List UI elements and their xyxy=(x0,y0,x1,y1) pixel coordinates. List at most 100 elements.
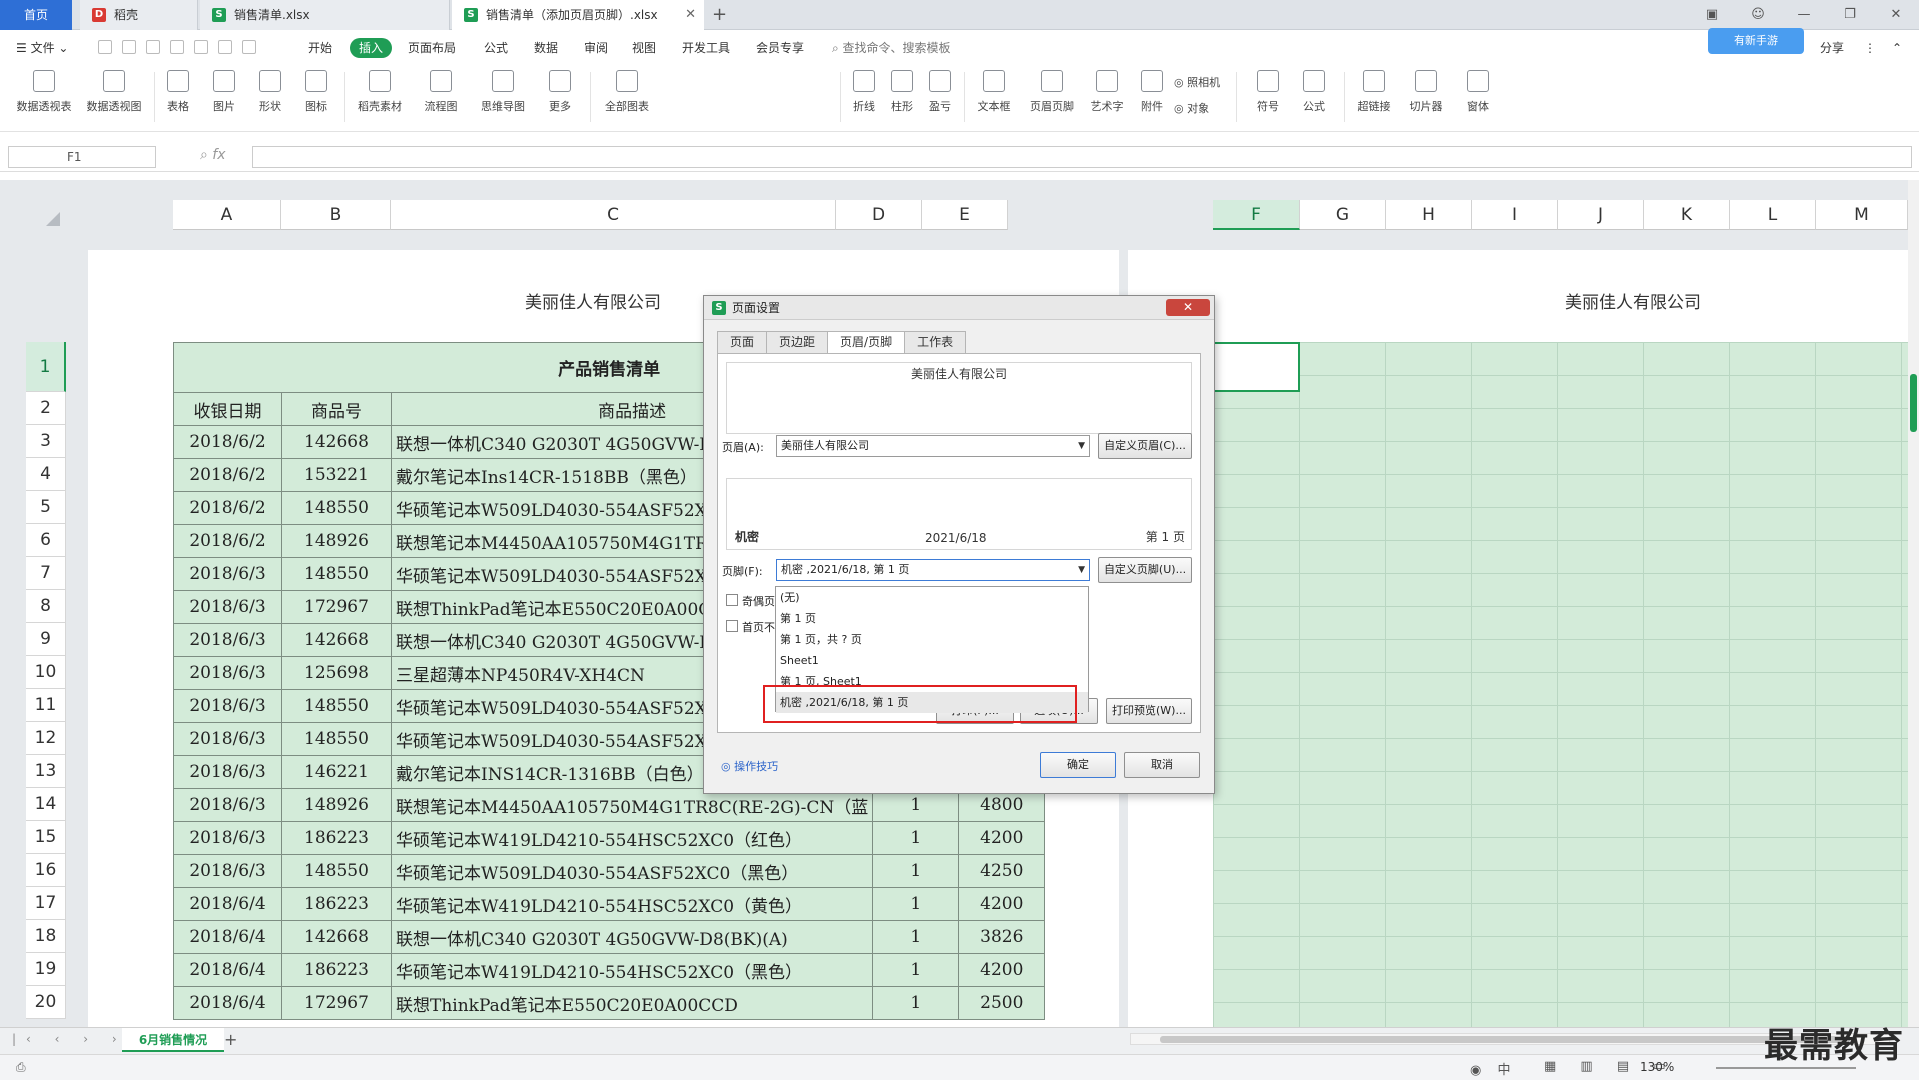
row-header[interactable]: 2 xyxy=(26,392,66,425)
menu-home[interactable]: 开始 xyxy=(308,38,332,58)
ok-button[interactable]: 确定 xyxy=(1040,752,1116,778)
wordart-button[interactable]: 艺术字 xyxy=(1082,70,1132,114)
add-sheet-icon[interactable]: + xyxy=(224,1030,237,1049)
mind-map-button[interactable]: 思维导图 xyxy=(474,70,532,114)
table-cell[interactable]: 2018/6/4 xyxy=(173,986,282,1020)
table-cell[interactable]: 2018/6/3 xyxy=(173,755,282,789)
formula-icons[interactable]: ⌕ fx xyxy=(200,147,226,163)
pivot-chart-button[interactable]: 数据透视图 xyxy=(82,70,146,114)
table-cell[interactable]: 125698 xyxy=(281,656,392,690)
table-cell[interactable]: 联想ThinkPad笔记本E550C20E0A00CCD xyxy=(390,986,874,1020)
footer-option-page-of[interactable]: 第 1 页，共 ? 页 xyxy=(776,629,1088,650)
form-button[interactable]: 窗体 xyxy=(1456,70,1500,114)
table-cell[interactable]: 4200 xyxy=(958,821,1046,855)
table-cell[interactable]: 2018/6/3 xyxy=(173,557,282,591)
tips-link[interactable]: ◎ 操作技巧 xyxy=(721,758,778,774)
table-cell[interactable]: 2500 xyxy=(958,986,1046,1020)
textbox-button[interactable]: 文本框 xyxy=(968,70,1020,114)
column-header-b[interactable]: B xyxy=(281,200,391,230)
row-header[interactable]: 17 xyxy=(26,887,66,920)
table-cell[interactable]: 1 xyxy=(872,854,960,888)
flowchart-button[interactable]: 流程图 xyxy=(416,70,466,114)
select-all-corner[interactable] xyxy=(46,212,60,226)
table-cell[interactable]: 华硕笔记本W509LD4030-554ASF52XC0（黑色） xyxy=(390,854,874,888)
table-cell[interactable]: 148550 xyxy=(281,557,392,591)
equation-button[interactable]: 公式 xyxy=(1292,70,1336,114)
zoom-level[interactable]: 130% xyxy=(1640,1060,1674,1074)
table-cell[interactable]: 186223 xyxy=(281,887,392,921)
tab-margins[interactable]: 页边距 xyxy=(766,331,829,353)
table-cell[interactable]: 2018/6/3 xyxy=(173,788,282,822)
eye-protection-icon[interactable]: ◉ 中 xyxy=(1470,1059,1516,1078)
column-header-d[interactable]: D xyxy=(836,200,922,230)
menu-membership[interactable]: 会员专享 xyxy=(756,38,804,58)
horizontal-scroll-thumb[interactable] xyxy=(1160,1036,1850,1043)
hyperlink-button[interactable]: 超链接 xyxy=(1352,70,1396,114)
table-cell[interactable]: 2018/6/2 xyxy=(173,458,282,492)
header-date[interactable]: 收银日期 xyxy=(173,392,282,426)
row-header[interactable]: 4 xyxy=(26,458,66,491)
collapse-ribbon-icon[interactable]: ⌃ xyxy=(1892,38,1902,58)
column-header-l[interactable]: L xyxy=(1730,200,1816,230)
table-cell[interactable]: 2018/6/2 xyxy=(173,491,282,525)
row-header[interactable]: 11 xyxy=(26,689,66,722)
tab-sales-list-header-footer[interactable]: S 销售清单（添加页眉页脚）.xlsx ✕ xyxy=(452,0,704,30)
column-header-f[interactable]: F xyxy=(1213,200,1300,230)
table-button[interactable]: 表格 xyxy=(160,70,196,114)
column-header-e[interactable]: E xyxy=(922,200,1008,230)
row-header[interactable]: 3 xyxy=(26,425,66,458)
minimize-icon[interactable]: — xyxy=(1781,0,1827,30)
table-cell[interactable]: 1 xyxy=(872,821,960,855)
tab-sales-list[interactable]: S 销售清单.xlsx xyxy=(200,0,450,30)
vertical-scrollbar[interactable] xyxy=(1908,180,1919,1027)
print-icon[interactable] xyxy=(170,40,184,54)
table-cell[interactable]: 146221 xyxy=(281,755,392,789)
table-cell[interactable]: 142668 xyxy=(281,425,392,459)
table-cell[interactable]: 1 xyxy=(872,920,960,954)
file-menu[interactable]: ☰ 文件 ⌄ xyxy=(16,38,68,58)
share-button[interactable]: 分享 xyxy=(1820,38,1844,58)
table-cell[interactable]: 2018/6/3 xyxy=(173,689,282,723)
column-header-g[interactable]: G xyxy=(1300,200,1386,230)
table-cell[interactable]: 华硕笔记本W419LD4210-554HSC52XC0（红色） xyxy=(390,821,874,855)
table-cell[interactable]: 华硕笔记本W419LD4210-554HSC52XC0（黄色） xyxy=(390,887,874,921)
command-search[interactable]: ⌕ 查找命令、搜索模板 xyxy=(832,38,951,58)
row-header[interactable]: 8 xyxy=(26,590,66,623)
docer-material-button[interactable]: 稻壳素材 xyxy=(352,70,408,114)
pivot-table-button[interactable]: 数据透视表 xyxy=(12,70,76,114)
table-cell[interactable]: 186223 xyxy=(281,953,392,987)
print-preview-button[interactable]: 打印预览(W)... xyxy=(1106,698,1192,724)
row-header[interactable]: 13 xyxy=(26,755,66,788)
column-header-m[interactable]: M xyxy=(1816,200,1908,230)
table-cell[interactable]: 华硕笔记本W419LD4210-554HSC52XC0（黑色） xyxy=(390,953,874,987)
grid-cells-right[interactable] xyxy=(1213,342,1919,1027)
close-window-icon[interactable]: ✕ xyxy=(1873,0,1919,30)
all-charts-button[interactable]: 全部图表 xyxy=(596,70,658,114)
more-button[interactable]: 更多 xyxy=(538,70,582,114)
shape-button[interactable]: 形状 xyxy=(250,70,290,114)
table-cell[interactable]: 148550 xyxy=(281,854,392,888)
table-cell[interactable]: 2018/6/3 xyxy=(173,656,282,690)
table-cell[interactable]: 4250 xyxy=(958,854,1046,888)
sparkline-winloss-button[interactable]: 盈亏 xyxy=(922,70,958,114)
cancel-button[interactable]: 取消 xyxy=(1124,752,1200,778)
row-header[interactable]: 16 xyxy=(26,854,66,887)
tile-windows-icon[interactable]: ▣ xyxy=(1689,0,1735,30)
tab-home[interactable]: 首页 xyxy=(0,0,72,30)
redo-icon[interactable] xyxy=(242,40,256,54)
tab-header-footer[interactable]: 页眉/页脚 xyxy=(827,331,906,354)
table-cell[interactable]: 2018/6/3 xyxy=(173,623,282,657)
tab-page[interactable]: 页面 xyxy=(717,331,768,353)
table-cell[interactable]: 3826 xyxy=(958,920,1046,954)
table-cell[interactable]: 2018/6/2 xyxy=(173,425,282,459)
table-cell[interactable]: 148926 xyxy=(281,524,392,558)
custom-header-button[interactable]: 自定义页眉(C)... xyxy=(1098,433,1192,459)
table-cell[interactable]: 172967 xyxy=(281,590,392,624)
sparkline-column-button[interactable]: 柱形 xyxy=(884,70,920,114)
table-cell[interactable]: 1 xyxy=(872,986,960,1020)
icons-button[interactable]: 图标 xyxy=(296,70,336,114)
column-header-c[interactable]: C xyxy=(391,200,836,230)
sparkline-line-button[interactable]: 折线 xyxy=(846,70,882,114)
formula-input[interactable] xyxy=(252,146,1912,168)
table-cell[interactable]: 4200 xyxy=(958,953,1046,987)
